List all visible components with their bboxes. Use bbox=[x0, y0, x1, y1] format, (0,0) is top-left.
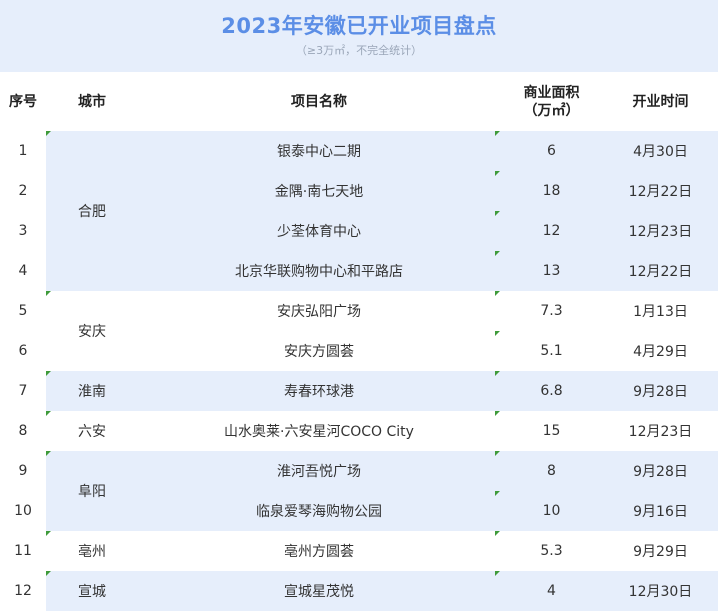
project-name: 银泰中心二期 bbox=[138, 131, 500, 171]
table-row: 9 阜阳 淮河吾悦广场 8 9月28日 bbox=[0, 451, 718, 531]
project-name: 金隅·南七天地 bbox=[138, 171, 500, 211]
row-number: 2 bbox=[0, 171, 46, 211]
area-value: 8 bbox=[500, 451, 603, 491]
open-date: 4月30日 bbox=[603, 131, 718, 171]
area-value: 6.8 bbox=[500, 371, 603, 411]
table-row: 8 六安 山水奥莱·六安星河COCO City 15 12月23日 bbox=[0, 411, 718, 451]
table-row: 7 淮南 寿春环球港 6.8 9月28日 bbox=[0, 371, 718, 411]
area-value: 5.1 bbox=[500, 331, 603, 371]
city-cell: 阜阳 bbox=[46, 451, 138, 531]
page-subtitle: （≥3万㎡，不完全统计） bbox=[295, 44, 423, 57]
row-number: 10 bbox=[0, 491, 46, 531]
project-name: 临泉爱琴海购物公园 bbox=[138, 491, 500, 531]
row-number: 7 bbox=[0, 371, 46, 411]
row-number: 5 bbox=[0, 291, 46, 331]
row-number: 3 bbox=[0, 211, 46, 251]
project-name: 淮河吾悦广场 bbox=[138, 451, 500, 491]
row-number: 11 bbox=[0, 531, 46, 571]
cell-marker-icon bbox=[46, 531, 51, 536]
project-name: 寿春环球港 bbox=[138, 371, 500, 411]
project-name: 宣城星茂悦 bbox=[138, 571, 500, 611]
projects-table: 序号 城市 项目名称 商业面积 （万㎡） 开业时间 1 合肥 银泰中心二期 6 4… bbox=[0, 72, 718, 611]
row-number: 9 bbox=[0, 451, 46, 491]
open-date: 9月28日 bbox=[603, 451, 718, 491]
open-date: 9月16日 bbox=[603, 491, 718, 531]
table-header-row: 序号 城市 项目名称 商业面积 （万㎡） 开业时间 bbox=[0, 72, 718, 131]
col-header-area: 商业面积 （万㎡） bbox=[500, 72, 603, 131]
city-cell: 宣城 bbox=[46, 571, 138, 611]
row-number: 6 bbox=[0, 331, 46, 371]
open-date: 1月13日 bbox=[603, 291, 718, 331]
project-name: 亳州方圆荟 bbox=[138, 531, 500, 571]
city-cell: 合肥 bbox=[46, 131, 138, 291]
city-cell: 安庆 bbox=[46, 291, 138, 371]
area-value: 6 bbox=[500, 131, 603, 171]
open-date: 12月22日 bbox=[603, 171, 718, 211]
project-name: 安庆方圆荟 bbox=[138, 331, 500, 371]
table-row: 12 宣城 宣城星茂悦 4 12月30日 bbox=[0, 571, 718, 611]
area-value: 13 bbox=[500, 251, 603, 291]
col-header-area-line2: （万㎡） bbox=[523, 102, 580, 119]
table-row: 5 安庆 安庆弘阳广场 7.3 1月13日 bbox=[0, 291, 718, 371]
page-title: 2023年安徽已开业项目盘点 bbox=[221, 14, 497, 38]
open-date: 12月23日 bbox=[603, 211, 718, 251]
city-cell: 亳州 bbox=[46, 531, 138, 571]
area-value: 15 bbox=[500, 411, 603, 451]
area-value: 18 bbox=[500, 171, 603, 211]
header-band: 2023年安徽已开业项目盘点 （≥3万㎡，不完全统计） bbox=[0, 0, 718, 72]
cell-marker-icon bbox=[46, 451, 51, 456]
project-name: 少荃体育中心 bbox=[138, 211, 500, 251]
cell-marker-icon bbox=[46, 131, 51, 136]
open-date: 4月29日 bbox=[603, 331, 718, 371]
row-number: 1 bbox=[0, 131, 46, 171]
city-cell: 淮南 bbox=[46, 371, 138, 411]
open-date: 9月28日 bbox=[603, 371, 718, 411]
col-header-area-line1: 商业面积 bbox=[523, 84, 580, 101]
col-header-date: 开业时间 bbox=[632, 93, 689, 110]
row-number: 8 bbox=[0, 411, 46, 451]
area-value: 10 bbox=[500, 491, 603, 531]
cell-marker-icon bbox=[46, 571, 51, 576]
area-value: 12 bbox=[500, 211, 603, 251]
row-number: 4 bbox=[0, 251, 46, 291]
open-date: 12月23日 bbox=[603, 411, 718, 451]
area-value: 5.3 bbox=[500, 531, 603, 571]
project-name: 北京华联购物中心和平路店 bbox=[138, 251, 500, 291]
cell-marker-icon bbox=[46, 291, 51, 296]
col-header-project: 项目名称 bbox=[291, 93, 347, 110]
table-row: 1 合肥 银泰中心二期 6 4月30日 bbox=[0, 131, 718, 291]
col-header-city: 城市 bbox=[78, 93, 106, 110]
project-name: 山水奥莱·六安星河COCO City bbox=[138, 411, 500, 451]
city-cell: 六安 bbox=[46, 411, 138, 451]
open-date: 9月29日 bbox=[603, 531, 718, 571]
row-number: 12 bbox=[0, 571, 46, 611]
area-value: 7.3 bbox=[500, 291, 603, 331]
table-row: 11 亳州 亳州方圆荟 5.3 9月29日 bbox=[0, 531, 718, 571]
col-header-no: 序号 bbox=[9, 93, 37, 110]
area-value: 4 bbox=[500, 571, 603, 611]
cell-marker-icon bbox=[46, 411, 51, 416]
cell-marker-icon bbox=[46, 371, 51, 376]
project-name: 安庆弘阳广场 bbox=[138, 291, 500, 331]
open-date: 12月22日 bbox=[603, 251, 718, 291]
open-date: 12月30日 bbox=[603, 571, 718, 611]
